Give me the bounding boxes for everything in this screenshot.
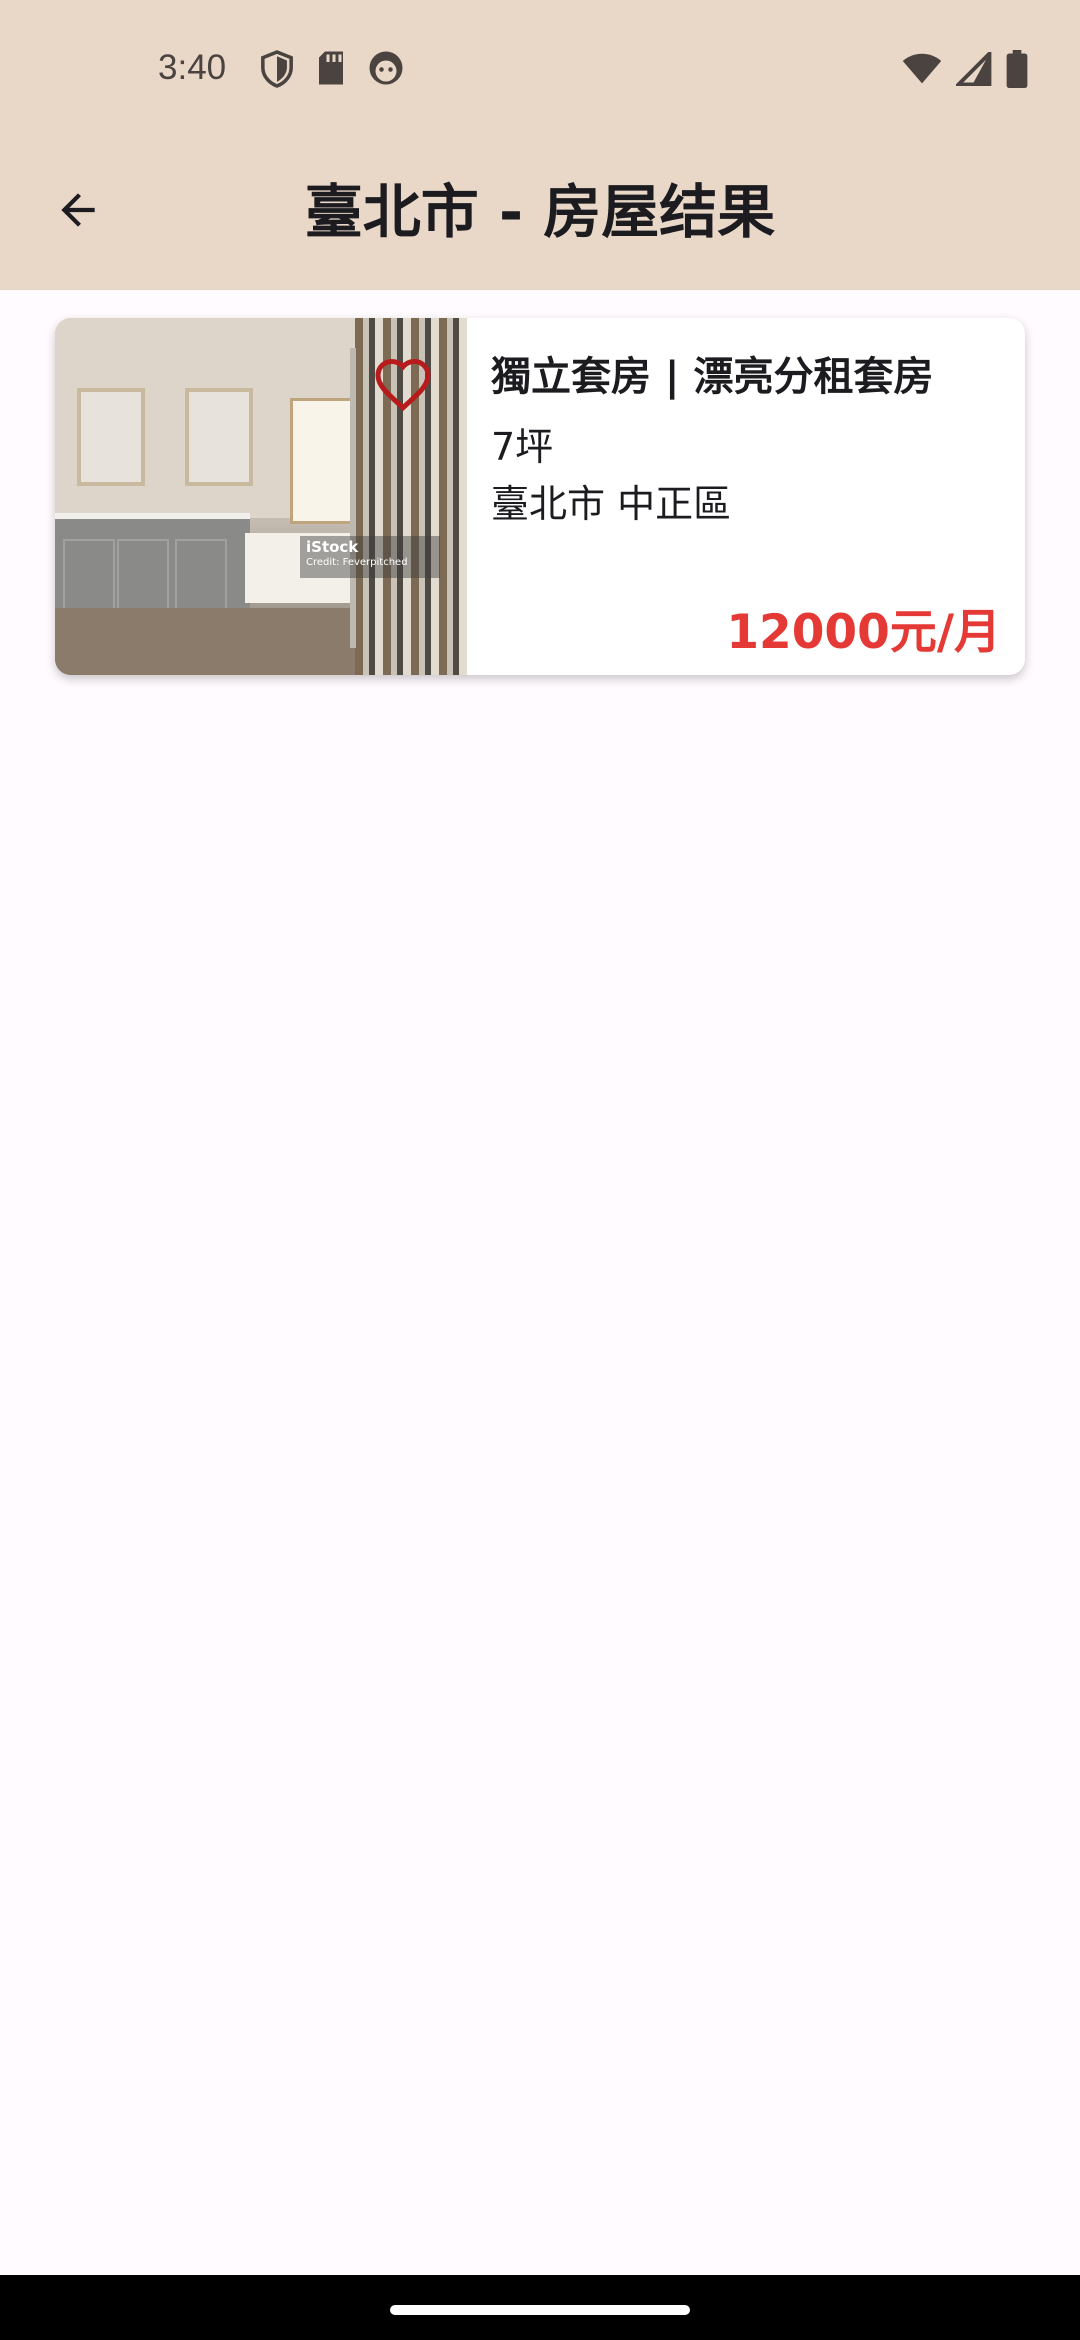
listing-title: 獨立套房 | 漂亮分租套房 [491,354,934,400]
results-list[interactable]: iStock Credit: Feverpitched 獨立套房 | 漂亮分租套… [0,290,1080,2275]
status-icons-left [260,50,404,88]
listing-card[interactable]: iStock Credit: Feverpitched 獨立套房 | 漂亮分租套… [55,318,1025,675]
status-bar: 3:40 [0,0,1080,140]
image-watermark: iStock Credit: Feverpitched [300,536,440,578]
watermark-credit: Credit: Feverpitched [306,557,408,568]
listing-location: 臺北市 中正區 [491,482,732,526]
watermark-brand: iStock [306,538,359,556]
signal-icon [956,52,992,86]
system-nav-bar [0,2275,1080,2340]
sd-card-icon [319,51,343,85]
listing-details: 獨立套房 | 漂亮分租套房 7坪 臺北市 中正區 12000元/月 [491,318,1001,675]
listing-size: 7坪 [491,425,554,469]
heart-outline-icon[interactable] [373,356,433,412]
wifi-icon [902,53,942,84]
status-time: 3:40 [158,48,227,87]
status-icons-right [902,50,1028,88]
shield-icon [261,50,293,88]
listing-price: 12000元/月 [726,605,1001,660]
listing-image: iStock Credit: Feverpitched [55,318,467,675]
app-bar: 臺北市 - 房屋结果 [0,140,1080,290]
page-title: 臺北市 - 房屋结果 [304,178,776,246]
face-icon [369,51,403,85]
battery-icon [1006,50,1028,88]
home-gesture-handle[interactable] [390,2305,690,2315]
